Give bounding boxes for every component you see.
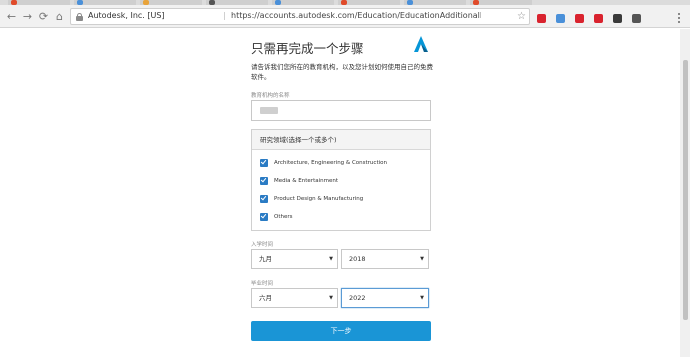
institution-label: 教育机构的名称 <box>251 93 290 99</box>
site-identity[interactable]: Autodesk, Inc. [US] <box>88 11 165 20</box>
redacted-value <box>260 107 278 114</box>
option-aec[interactable]: Architecture, Engineering & Construction <box>260 158 387 167</box>
adblock-icon[interactable] <box>537 14 546 23</box>
tab-label: Autode... <box>20 0 52 2</box>
graduation-label: 毕业时间 <box>251 281 274 287</box>
select-value: 2018 <box>349 255 366 263</box>
address-bar[interactable]: Autodesk, Inc. [US] | https://accounts.a… <box>70 8 530 25</box>
option-media[interactable]: Media & Entertainment <box>260 176 338 185</box>
translate-icon[interactable] <box>556 14 565 23</box>
next-button[interactable]: 下一步 <box>251 321 431 341</box>
sync-icon[interactable] <box>613 14 622 23</box>
tab-label: Autodesk... <box>482 0 521 2</box>
option-label: Product Design & Manufacturing <box>274 195 364 202</box>
option-product-design[interactable]: Product Design & Manufacturing <box>260 194 363 203</box>
chevron-down-icon: ▼ <box>420 256 424 262</box>
scrollbar-thumb[interactable] <box>683 60 688 320</box>
tab-label: Educatio... <box>218 0 255 2</box>
tab-label: Autodesk... <box>416 0 455 2</box>
option-label: Architecture, Engineering & Construction <box>274 159 387 166</box>
pdf-icon[interactable] <box>575 14 584 23</box>
option-label: Media & Entertainment <box>274 177 338 184</box>
checkbox-checked[interactable] <box>260 158 268 167</box>
chevron-down-icon: ▼ <box>329 256 333 262</box>
checkbox-checked[interactable] <box>260 194 268 203</box>
checkbox-checked[interactable] <box>260 212 268 221</box>
reload-icon[interactable]: ⟳ <box>38 11 49 22</box>
field-of-study-heading: 研究领域(选择一个或多个) <box>252 130 430 150</box>
browser-toolbar: ← → ⟳ ⌂ Autodesk, Inc. [US] | https://ac… <box>0 5 690 28</box>
lock-icon <box>76 13 83 21</box>
tab-label: Autodesk... <box>284 0 323 2</box>
enrollment-month-select[interactable]: 九月 ▼ <box>251 249 338 269</box>
forward-arrow-icon[interactable]: → <box>22 11 33 22</box>
bookmark-ext-icon[interactable] <box>594 14 603 23</box>
tab-label: Welcom... <box>86 0 120 2</box>
menu-icon[interactable] <box>678 13 681 25</box>
profile-icon[interactable] <box>632 14 641 23</box>
tab-label: Autodesk... <box>350 0 389 2</box>
chevron-down-icon: ▼ <box>420 295 424 301</box>
select-value: 2022 <box>349 294 366 302</box>
url-separator: | <box>223 11 226 20</box>
back-arrow-icon[interactable]: ← <box>6 11 17 22</box>
url-text[interactable]: https://accounts.autodesk.com/Education/… <box>231 11 481 20</box>
graduation-year-select[interactable]: 2022 ▼ <box>341 288 429 308</box>
tab-label: Autodesk... <box>152 0 191 2</box>
chevron-down-icon: ▼ <box>329 295 333 301</box>
autodesk-logo-icon <box>414 36 428 52</box>
select-value: 九月 <box>259 255 272 263</box>
enrollment-year-select[interactable]: 2018 ▼ <box>341 249 429 269</box>
option-others[interactable]: Others <box>260 212 292 221</box>
graduation-month-select[interactable]: 六月 ▼ <box>251 288 338 308</box>
enrollment-label: 入学时间 <box>251 242 274 248</box>
select-value: 六月 <box>259 294 272 302</box>
checkbox-checked[interactable] <box>260 176 268 185</box>
page-title: 只需再完成一个步骤 <box>251 41 364 56</box>
field-of-study-group: 研究领域(选择一个或多个) Architecture, Engineering … <box>251 129 431 231</box>
intro-text: 请告诉我们您所在的教育机构，以及您计划如何使用自己的免费软件。 <box>251 63 433 81</box>
institution-input[interactable] <box>251 100 431 121</box>
option-label: Others <box>274 213 293 220</box>
home-icon[interactable]: ⌂ <box>54 11 65 22</box>
bookmark-star-icon[interactable]: ☆ <box>517 11 526 22</box>
